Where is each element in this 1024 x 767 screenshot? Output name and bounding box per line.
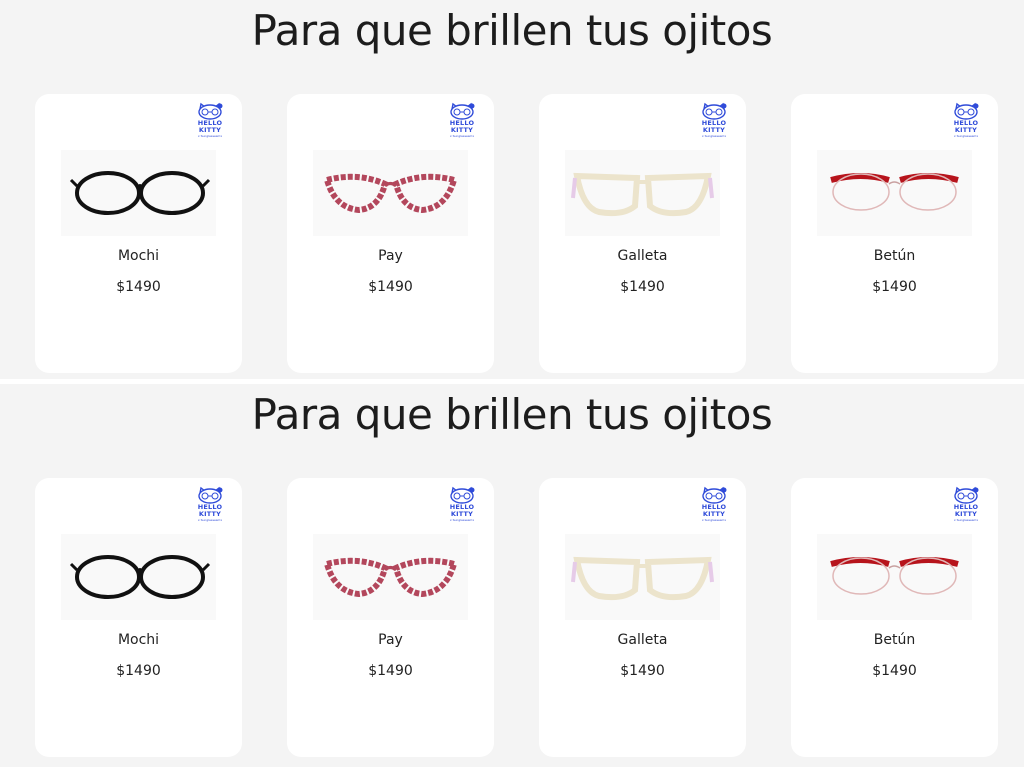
badge-subtext: x Sunglassesmx [449,518,475,522]
hello-kitty-logo-icon: HELLO KITTY x Sunglassesmx [448,486,476,526]
product-price: $1490 [116,279,161,295]
eyeglasses-icon[interactable] [817,534,972,620]
product-card[interactable]: HELLO KITTY x Sunglassesmx Pay $1490 [287,94,494,373]
product-name[interactable]: Pay [287,632,494,648]
badge-text: KITTY [954,510,978,518]
product-card[interactable]: HELLO KITTY x Sunglassesmx Mochi $1490 [35,478,242,757]
product-price: $1490 [620,279,665,295]
product-name[interactable]: Mochi [35,248,242,264]
badge-subtext: x Sunglassesmx [953,134,979,138]
product-card[interactable]: HELLO KITTY x Sunglassesmx Galleta $1490 [539,478,746,757]
badge-text: KITTY [450,126,474,134]
product-price: $1490 [116,663,161,679]
product-card[interactable]: HELLO KITTY x Sunglassesmx Betún $1490 [791,478,998,757]
hello-kitty-logo-icon: HELLO KITTY x Sunglassesmx [700,486,728,526]
product-card[interactable]: HELLO KITTY x Sunglassesmx Pay $1490 [287,478,494,757]
badge-text: KITTY [954,126,978,134]
section-title: Para que brillen tus ojitos [251,6,773,55]
product-card[interactable]: HELLO KITTY x Sunglassesmx Galleta $1490 [539,94,746,373]
section-title: Para que brillen tus ojitos [251,390,773,439]
badge-subtext: x Sunglassesmx [197,134,223,138]
product-price: $1490 [872,663,917,679]
product-name[interactable]: Pay [287,248,494,264]
eyeglasses-icon[interactable] [565,150,720,236]
product-name[interactable]: Betún [791,632,998,648]
badge-subtext: x Sunglassesmx [701,134,727,138]
badge-text: KITTY [702,126,726,134]
eyeglasses-icon[interactable] [61,534,216,620]
eyeglasses-icon[interactable] [817,150,972,236]
hello-kitty-logo-icon: HELLO KITTY x Sunglassesmx [196,486,224,526]
product-name[interactable]: Betún [791,248,998,264]
badge-subtext: x Sunglassesmx [197,518,223,522]
product-name[interactable]: Galleta [539,248,746,264]
product-section: Para que brillen tus ojitos HELLO KITTY … [0,384,1024,767]
product-price: $1490 [368,279,413,295]
eyeglasses-icon[interactable] [565,534,720,620]
badge-subtext: x Sunglassesmx [953,518,979,522]
hello-kitty-logo-icon: HELLO KITTY x Sunglassesmx [448,102,476,142]
badge-text: KITTY [450,510,474,518]
badge-text: KITTY [702,510,726,518]
hello-kitty-logo-icon: HELLO KITTY x Sunglassesmx [196,102,224,142]
eyeglasses-icon[interactable] [313,534,468,620]
eyeglasses-icon[interactable] [313,150,468,236]
badge-subtext: x Sunglassesmx [449,134,475,138]
hello-kitty-logo-icon: HELLO KITTY x Sunglassesmx [952,486,980,526]
product-name[interactable]: Galleta [539,632,746,648]
badge-subtext: x Sunglassesmx [701,518,727,522]
eyeglasses-icon[interactable] [61,150,216,236]
product-price: $1490 [872,279,917,295]
hello-kitty-logo-icon: HELLO KITTY x Sunglassesmx [700,102,728,142]
product-section: Para que brillen tus ojitos HELLO KITTY … [0,0,1024,383]
badge-text: KITTY [198,126,222,134]
product-card[interactable]: HELLO KITTY x Sunglassesmx Betún $1490 [791,94,998,373]
hello-kitty-logo-icon: HELLO KITTY x Sunglassesmx [952,102,980,142]
product-card[interactable]: HELLO KITTY x Sunglassesmx Mochi $1490 [35,94,242,373]
badge-text: KITTY [198,510,222,518]
product-name[interactable]: Mochi [35,632,242,648]
product-price: $1490 [368,663,413,679]
product-price: $1490 [620,663,665,679]
